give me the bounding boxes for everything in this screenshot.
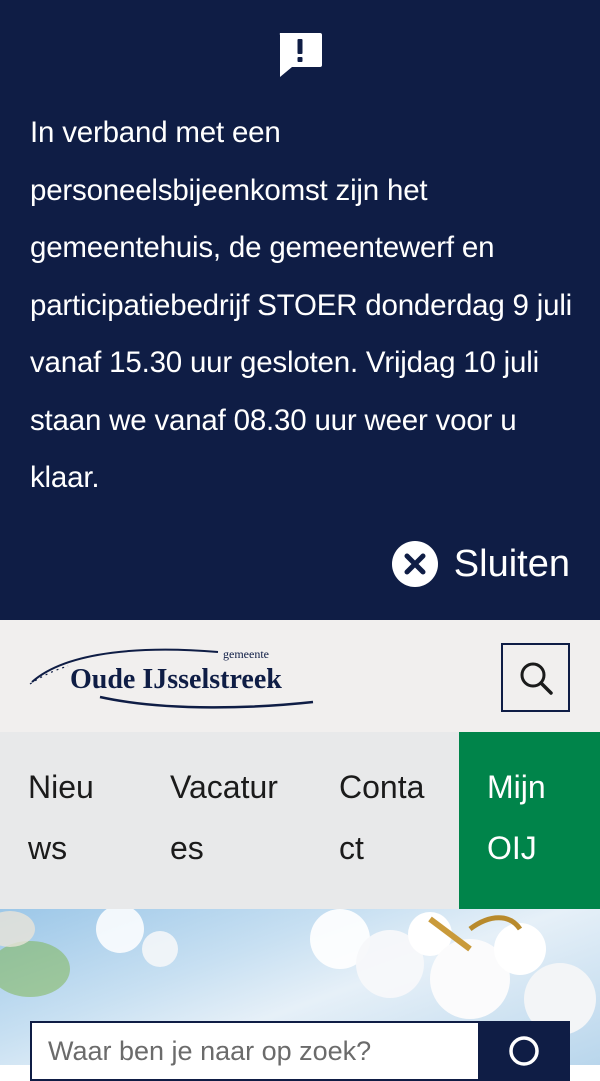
close-alert-button[interactable]: Sluiten xyxy=(391,536,570,592)
close-circle-icon xyxy=(391,541,438,587)
search-icon xyxy=(520,662,553,695)
nav-item-contact[interactable]: Contact xyxy=(339,732,431,909)
search-icon xyxy=(509,1036,539,1066)
logo-name: Oude IJsselstreek xyxy=(70,664,282,695)
nav-item-vacancies[interactable]: Vacatures xyxy=(170,732,288,909)
alert-banner: In verband met een personeelsbijeenkomst… xyxy=(0,0,600,620)
nav-item-mijn-oij-label: Mijn OIJ xyxy=(487,769,546,866)
close-alert-label: Sluiten xyxy=(453,543,570,585)
nav-item-news[interactable]: Nieuws xyxy=(28,732,110,909)
nav-item-mijn-oij[interactable]: Mijn OIJ xyxy=(459,732,600,909)
logo-prefix: gemeente xyxy=(223,647,269,661)
alert-message: In verband met een personeelsbijeenkomst… xyxy=(30,116,573,494)
search-toggle-button[interactable] xyxy=(501,643,570,712)
search-input[interactable] xyxy=(30,1021,478,1081)
site-logo[interactable]: gemeente Oude IJsselstreek xyxy=(28,642,318,712)
alert-speech-bubble-icon xyxy=(276,31,324,79)
search-submit-button[interactable] xyxy=(478,1021,570,1081)
hero-search xyxy=(30,1021,570,1081)
